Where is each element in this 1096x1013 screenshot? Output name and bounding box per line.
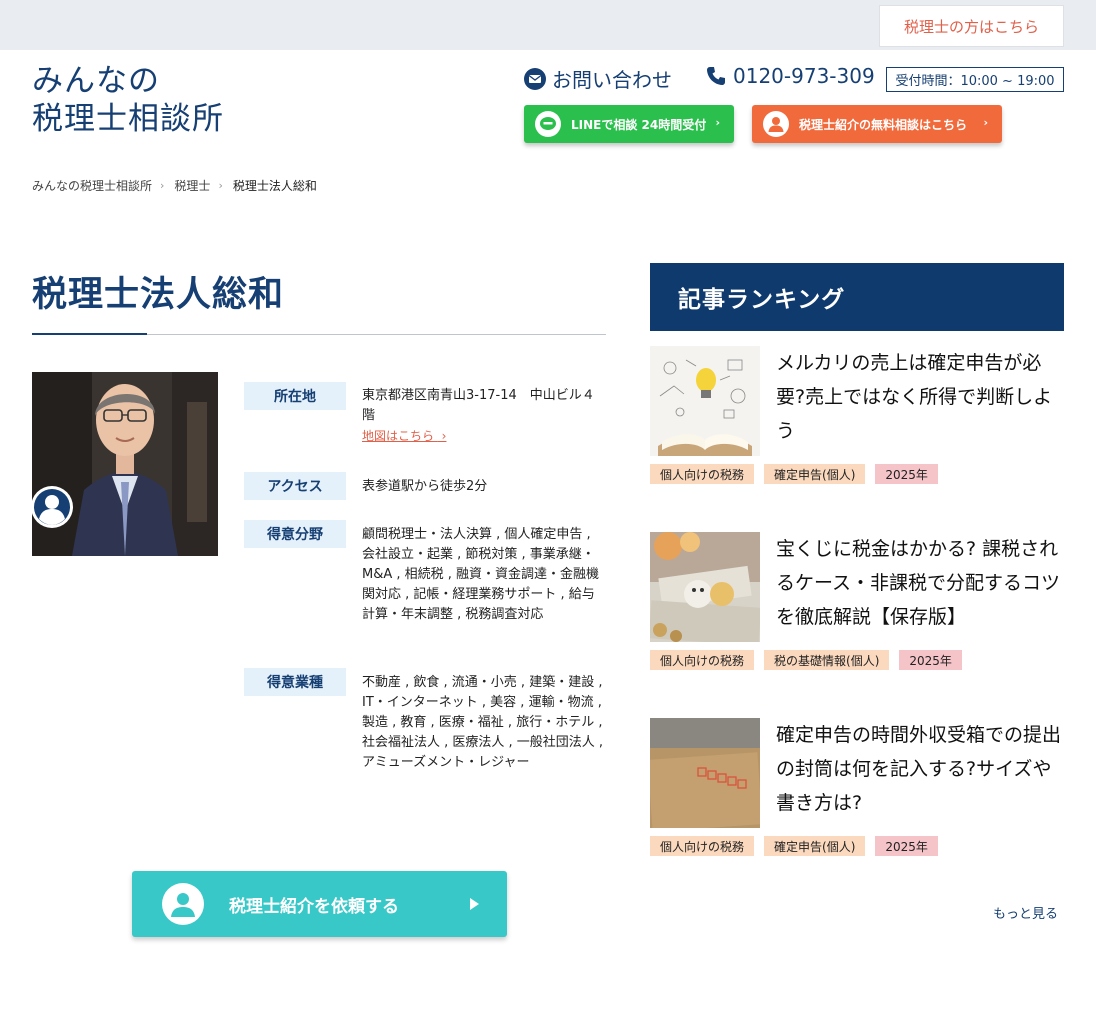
phone-link[interactable]: 0120-973-309 <box>705 64 875 88</box>
logo-line-1: みんなの <box>32 63 160 99</box>
article-title[interactable]: メルカリの売上は確定申告が必要?売上ではなく所得で判断しよう <box>776 346 1064 448</box>
article-title[interactable]: 確定申告の時間外収受箱での提出の封筒は何を記入する?サイズや書き方は? <box>776 718 1064 820</box>
phone-number: 0120-973-309 <box>733 64 875 88</box>
title-divider-accent <box>32 333 147 335</box>
ranking-heading: 記事ランキング <box>650 263 1064 331</box>
breadcrumb-home[interactable]: みんなの税理士相談所 <box>32 177 152 194</box>
person-icon <box>162 883 204 925</box>
site-logo[interactable]: みんなの 税理士相談所 <box>32 62 224 138</box>
play-arrow-icon <box>470 898 479 910</box>
line-consult-button[interactable]: LINEで相談 24時間受付 › <box>524 105 734 143</box>
request-referral-button[interactable]: 税理士紹介を依頼する <box>132 871 507 937</box>
tag[interactable]: 個人向けの税務 <box>650 650 755 670</box>
avatar-icon <box>31 486 73 528</box>
info-row-address: 所在地 東京都港区南青山3-17-14 中山ビル４階 地図はこちら › <box>244 382 606 446</box>
tag[interactable]: 個人向けの税務 <box>650 836 755 856</box>
tag[interactable]: 2025年 <box>875 464 938 484</box>
chevron-right-icon: › <box>715 116 720 129</box>
person-icon <box>763 111 789 137</box>
tag[interactable]: 2025年 <box>899 650 962 670</box>
info-row-access: アクセス 表参道駅から徒歩2分 <box>244 472 606 500</box>
inquiry-link[interactable]: お問い合わせ <box>524 64 672 93</box>
request-button-label: 税理士紹介を依頼する <box>229 896 399 917</box>
chevron-right-icon: › <box>983 116 988 129</box>
tag[interactable]: 2025年 <box>875 836 938 856</box>
line-icon <box>535 111 561 137</box>
article-tags: 個人向けの税務 確定申告(個人) 2025年 <box>650 464 948 484</box>
article-thumbnail <box>650 718 760 828</box>
breadcrumb: みんなの税理士相談所 › 税理士 › 税理士法人総和 <box>32 177 317 194</box>
chevron-right-icon: › <box>437 429 447 443</box>
info-label: 得意分野 <box>244 520 346 548</box>
info-value: 表参道駅から徒歩2分 <box>362 479 488 494</box>
info-value: 顧問税理士・法人決算 , 個人確定申告 , 会社設立・起業 , 節税対策 , 事… <box>362 527 600 622</box>
tax-accountant-login-link[interactable]: 税理士の方はこちら <box>879 5 1064 47</box>
free-consult-button[interactable]: 税理士紹介の無料相談はこちら › <box>752 105 1002 143</box>
page-title: 税理士法人総和 <box>32 275 285 315</box>
address-text: 東京都港区南青山3-17-14 中山ビル４階 <box>362 388 595 423</box>
tag[interactable]: 確定申告(個人) <box>764 464 866 484</box>
article-title[interactable]: 宝くじに税金はかかる? 課税されるケース・非課税で分配するコツを徹底解説【保存版… <box>776 532 1064 634</box>
phone-icon <box>705 65 727 87</box>
article-tags: 個人向けの税務 税の基礎情報(個人) 2025年 <box>650 650 972 670</box>
profile-photo <box>32 372 218 556</box>
logo-line-2: 税理士相談所 <box>32 101 224 137</box>
info-label: アクセス <box>244 472 346 500</box>
free-cta-label: 税理士紹介の無料相談はこちら <box>799 117 968 132</box>
article-thumbnail <box>650 532 760 642</box>
breadcrumb-current: 税理士法人総和 <box>232 179 317 193</box>
info-row-specialties: 得意分野 顧問税理士・法人決算 , 個人確定申告 , 会社設立・起業 , 節税対… <box>244 520 606 625</box>
info-label: 得意業種 <box>244 668 346 696</box>
next-section-heading-clipped <box>32 1000 332 1013</box>
breadcrumb-category[interactable]: 税理士 <box>174 177 210 194</box>
business-hours: 受付時間：10:00 ~ 19:00 <box>886 67 1064 92</box>
tag[interactable]: 個人向けの税務 <box>650 464 755 484</box>
article-tags: 個人向けの税務 確定申告(個人) 2025年 <box>650 836 948 856</box>
tag[interactable]: 税の基礎情報(個人) <box>764 650 890 670</box>
more-articles-link[interactable]: もっと見る <box>993 903 1058 922</box>
article-thumbnail <box>650 346 760 456</box>
chevron-right-icon: › <box>218 179 223 192</box>
mail-icon <box>524 67 546 90</box>
info-label: 所在地 <box>244 382 346 410</box>
info-row-industries: 得意業種 不動産 , 飲食 , 流通・小売 , 建築・建設 , IT・インターネ… <box>244 668 606 773</box>
info-value: 東京都港区南青山3-17-14 中山ビル４階 地図はこちら › <box>362 382 606 446</box>
line-cta-label: LINEで相談 24時間受付 <box>571 117 707 132</box>
inquiry-label: お問い合わせ <box>552 68 672 92</box>
tag[interactable]: 確定申告(個人) <box>764 836 866 856</box>
chevron-right-icon: › <box>160 179 165 192</box>
map-link[interactable]: 地図はこちら › <box>362 426 606 446</box>
info-value: 不動産 , 飲食 , 流通・小売 , 建築・建設 , IT・インターネット , … <box>362 675 604 770</box>
map-link-label: 地図はこちら <box>362 429 435 443</box>
